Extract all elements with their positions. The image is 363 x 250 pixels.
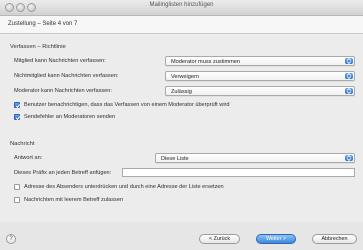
- chevron-updown-icon: [345, 155, 353, 161]
- wizard-window: Mailinglisten hinzufügen Zustellung – Se…: [0, 0, 363, 250]
- step-header: Zustellung – Seite 4 von 7: [0, 16, 363, 34]
- member-posting-value: Moderator muss zustimmen: [171, 58, 241, 65]
- reply-to-select[interactable]: Diese Liste: [155, 153, 355, 163]
- send-errors-label: Sendefehler an Moderatoren senden: [24, 114, 116, 120]
- nonmember-posting-value: Verweigern: [171, 73, 199, 80]
- chevron-updown-icon: [345, 73, 353, 79]
- window-title: Mailinglisten hinzufügen: [149, 2, 214, 8]
- back-button[interactable]: < Zurück: [199, 234, 240, 244]
- checkmark-icon: [15, 104, 21, 109]
- allow-empty-subject-label: Nachrichten mit leerem Betreff zulassen: [24, 197, 124, 203]
- message-section-title: Nachricht: [10, 141, 35, 147]
- moderator-posting-label: Moderator kann Nachrichten verfassen:: [14, 88, 112, 94]
- member-posting-label: Mitglied kann Nachrichten verfassen:: [14, 58, 106, 64]
- moderator-posting-value: Zulässig: [171, 88, 192, 95]
- title-bar: Mailinglisten hinzufügen: [0, 0, 363, 16]
- chevron-updown-icon: [345, 58, 353, 64]
- cancel-button[interactable]: Abbrechen: [312, 234, 357, 244]
- subject-prefix-input[interactable]: [122, 168, 355, 177]
- help-button[interactable]: ?: [6, 234, 16, 244]
- nonmember-posting-label: Nichtmitglied kann Nachrichten verfassen…: [14, 73, 119, 79]
- button-bar: [0, 222, 363, 250]
- notify-moderation-label: Benutzer benachrichtigen, dass das Verfa…: [24, 102, 230, 108]
- posting-section-title: Verfassen – Richtlinie: [10, 44, 66, 50]
- member-posting-select[interactable]: Moderator muss zustimmen: [165, 56, 355, 66]
- reply-to-label: Antwort an:: [14, 155, 43, 161]
- moderator-posting-select[interactable]: Zulässig: [165, 86, 355, 96]
- next-button[interactable]: Weiter >: [256, 234, 296, 244]
- hide-sender-checkbox[interactable]: [14, 184, 20, 190]
- step-indicator: Zustellung – Seite 4 von 7: [8, 21, 78, 27]
- reply-to-value: Diese Liste: [161, 155, 189, 162]
- chevron-updown-icon: [345, 88, 353, 94]
- nonmember-posting-select[interactable]: Verweigern: [165, 71, 355, 81]
- send-errors-checkbox[interactable]: [14, 114, 21, 121]
- allow-empty-subject-checkbox[interactable]: [14, 197, 20, 203]
- checkmark-icon: [15, 116, 21, 121]
- subject-prefix-label: Dieses Präfix an jeden Betreff anfügen:: [14, 170, 112, 176]
- notify-moderation-checkbox[interactable]: [14, 102, 21, 109]
- hide-sender-label: Adresse des Absenders unterdrücken und d…: [24, 184, 224, 190]
